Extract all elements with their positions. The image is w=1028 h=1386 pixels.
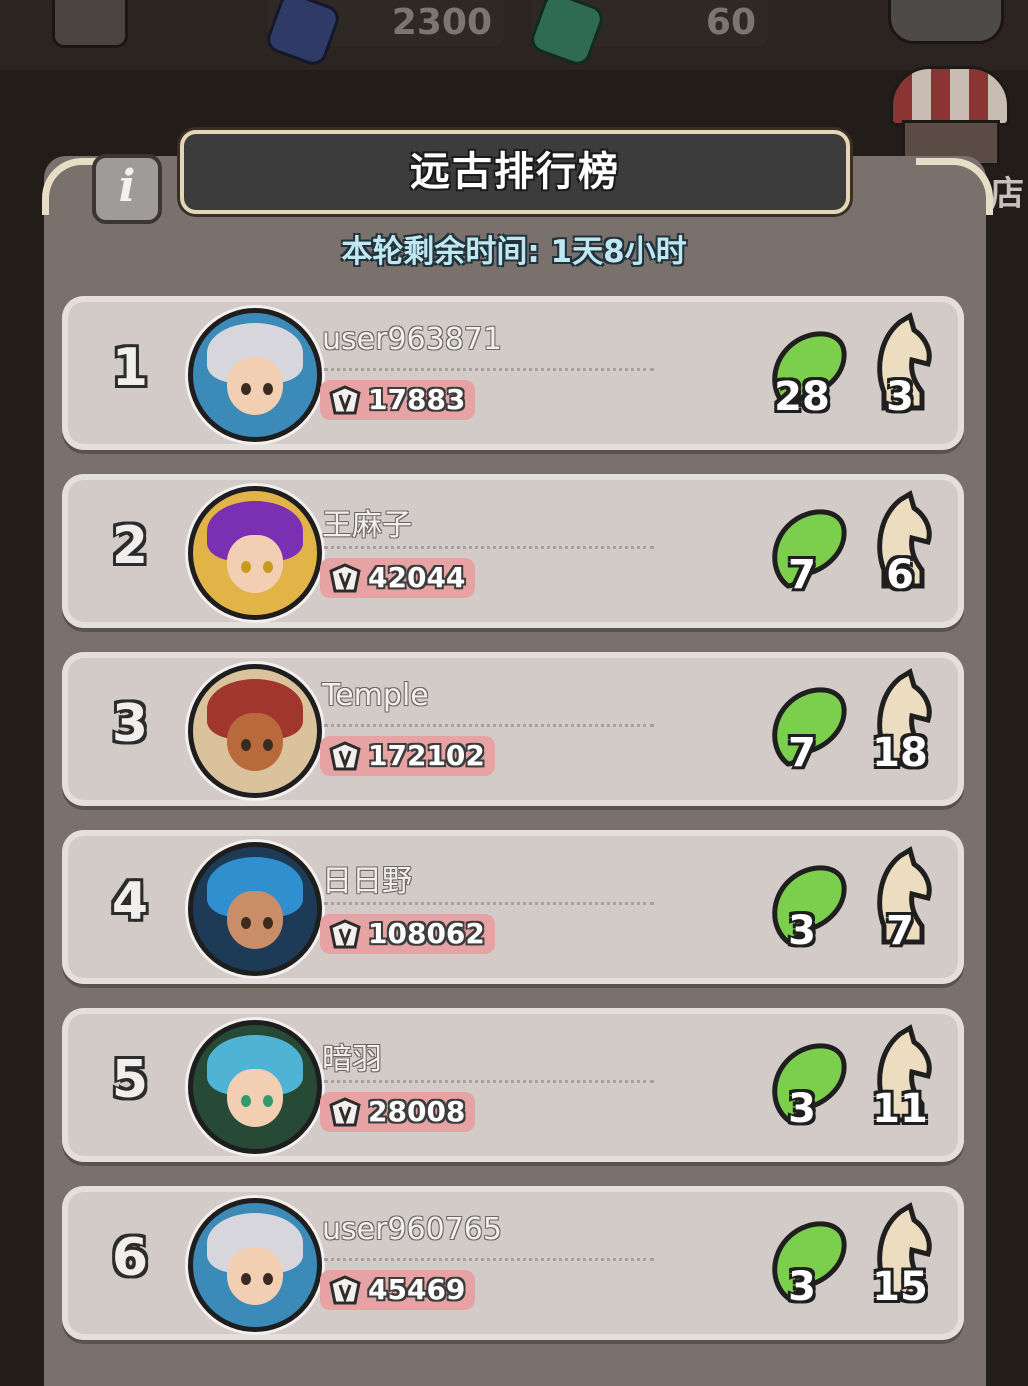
round-timer-label: 本轮剩余时间: (341, 234, 551, 270)
avatar-eye (241, 1273, 251, 1285)
name-divider (324, 546, 654, 549)
rank-number: 6 (111, 1228, 149, 1288)
shop-label[interactable]: 店 (990, 166, 1024, 215)
rank-number: 1 (111, 338, 149, 398)
avatar-eye (241, 917, 251, 929)
power-value: 17883 (368, 383, 466, 416)
resource-green-value: 60 (705, 2, 756, 43)
power-badge: 108062 (320, 914, 495, 954)
top-resource-bar: 2300 60 (0, 0, 1028, 70)
power-icon (329, 563, 361, 593)
name-divider (324, 902, 654, 905)
resource-blue-value: 2300 (391, 2, 492, 43)
shop-icon[interactable] (884, 66, 1012, 166)
power-value: 172102 (368, 739, 485, 772)
power-badge: 17883 (320, 380, 476, 420)
seed-count: 7 (788, 730, 816, 776)
avatar-eye (263, 917, 273, 929)
leaderboard-row[interactable]: 4 日日野 108062 3 7 (62, 830, 964, 984)
rank-number: 5 (111, 1050, 149, 1110)
player-avatar[interactable] (188, 842, 322, 976)
avatar-face (227, 891, 283, 949)
avatar-eye (241, 739, 251, 751)
leaderboard-row[interactable]: 5 暗羽 28008 3 11 (62, 1008, 964, 1162)
avatar-eye (263, 383, 273, 395)
knight-count: 7 (886, 908, 914, 954)
avatar-eye (241, 383, 251, 395)
leaderboard-row[interactable]: 1 user963871 17883 28 3 (62, 296, 964, 450)
resource-blue-gem: 2300 (263, 0, 504, 69)
avatar-eye (263, 1273, 273, 1285)
power-value: 42044 (368, 561, 466, 594)
avatar-eye (263, 561, 273, 573)
round-timer: 本轮剩余时间: 1天8小时 (0, 226, 1028, 271)
power-value: 28008 (368, 1095, 466, 1128)
mail-icon[interactable] (888, 0, 1004, 44)
rank-number: 3 (111, 694, 149, 754)
avatar-face (227, 535, 283, 593)
resource-green-gem: 60 (527, 0, 768, 69)
knight-count: 6 (886, 552, 914, 598)
avatar-eye (241, 1095, 251, 1107)
power-icon (329, 919, 361, 949)
avatar-face (227, 713, 283, 771)
shop-awning (890, 66, 1010, 126)
seed-count: 7 (788, 552, 816, 598)
power-value: 108062 (368, 917, 485, 950)
knight-count: 3 (886, 374, 914, 420)
seed-count: 3 (788, 1264, 816, 1310)
avatar-eye (241, 561, 251, 573)
avatar-eye (263, 1095, 273, 1107)
info-icon[interactable]: i (92, 154, 162, 224)
avatar-eye (263, 739, 273, 751)
lightning-icon[interactable] (52, 0, 128, 48)
power-icon (329, 1097, 361, 1127)
power-badge: 42044 (320, 558, 476, 598)
power-value: 45469 (368, 1273, 466, 1306)
knight-count: 15 (872, 1264, 928, 1310)
name-divider (324, 368, 654, 371)
player-name: Temple (322, 678, 429, 713)
leaderboard-row[interactable]: 6 user960765 45469 3 15 (62, 1186, 964, 1340)
player-name: user963871 (322, 322, 502, 357)
power-icon (329, 1275, 361, 1305)
round-timer-value: 1天8小时 (550, 234, 687, 270)
knight-count: 11 (872, 1086, 928, 1132)
power-badge: 28008 (320, 1092, 476, 1132)
player-avatar[interactable] (188, 486, 322, 620)
leaderboard-row[interactable]: 3 Temple 172102 7 18 (62, 652, 964, 806)
rank-number: 4 (111, 872, 149, 932)
player-avatar[interactable] (188, 1020, 322, 1154)
seed-count: 3 (788, 908, 816, 954)
knight-count: 18 (872, 730, 928, 776)
avatar-face (227, 357, 283, 415)
name-divider (324, 1258, 654, 1261)
power-icon (329, 741, 361, 771)
seed-count: 3 (788, 1086, 816, 1132)
power-badge: 172102 (320, 736, 495, 776)
power-badge: 45469 (320, 1270, 476, 1310)
avatar-face (227, 1069, 283, 1127)
player-name: 暗羽 (322, 1042, 382, 1077)
avatar-face (227, 1247, 283, 1305)
name-divider (324, 724, 654, 727)
seed-count: 28 (774, 374, 830, 420)
player-avatar[interactable] (188, 308, 322, 442)
leaderboard-title: 远古排行榜 (410, 149, 620, 195)
player-name: 日日野 (322, 864, 412, 899)
rank-number: 2 (111, 516, 149, 576)
leaderboard-title-bar: 远古排行榜 (180, 130, 850, 214)
player-avatar[interactable] (188, 1198, 322, 1332)
power-icon (329, 385, 361, 415)
player-avatar[interactable] (188, 664, 322, 798)
player-name: user960765 (322, 1212, 502, 1247)
player-name: 王麻子 (322, 508, 412, 543)
leaderboard-row[interactable]: 2 王麻子 42044 7 6 (62, 474, 964, 628)
name-divider (324, 1080, 654, 1083)
